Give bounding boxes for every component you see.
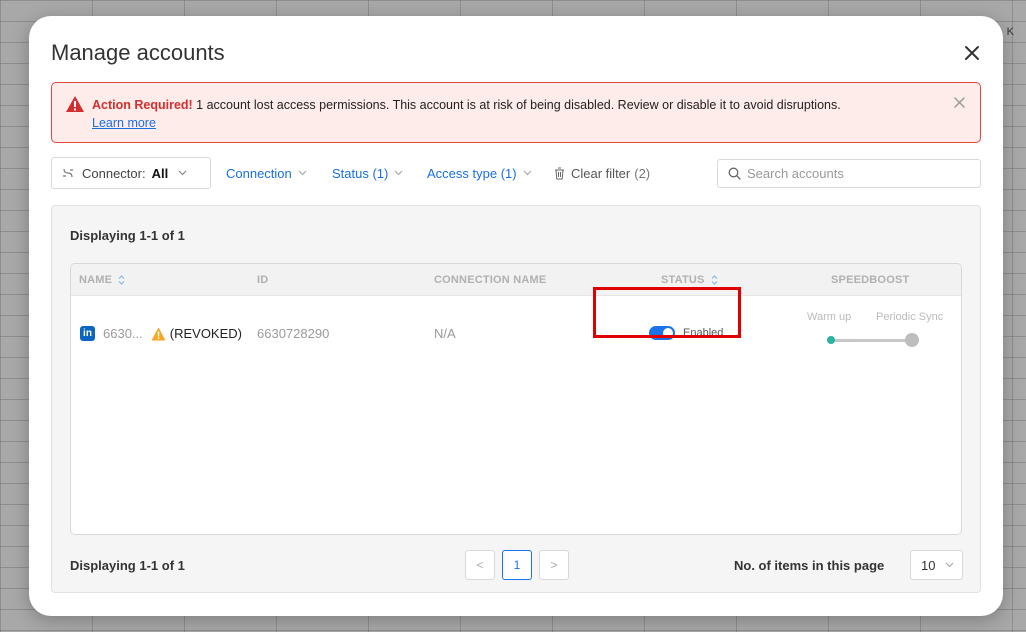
page-button-current[interactable]: 1 bbox=[502, 550, 532, 580]
warning-icon bbox=[151, 327, 166, 340]
linkedin-icon: in bbox=[80, 326, 95, 341]
pagination: < 1 > bbox=[465, 550, 569, 580]
clear-filter-button[interactable]: Clear filter (2) bbox=[554, 157, 650, 189]
sort-icon bbox=[118, 275, 125, 285]
search-icon bbox=[728, 167, 741, 180]
chevron-down-icon bbox=[523, 170, 532, 176]
access-type-filter-label: Access type (1) bbox=[427, 165, 517, 181]
items-per-page-select[interactable]: 10 bbox=[910, 550, 963, 580]
speedboost-warm-up-label: Warm up bbox=[807, 311, 852, 323]
connector-filter-value: All bbox=[151, 165, 169, 181]
learn-more-link[interactable]: Learn more bbox=[92, 116, 156, 130]
filter-bar: Connector: All Connection Status (1) Acc… bbox=[51, 157, 981, 189]
speedboost-periodic-sync-label: Periodic Sync bbox=[876, 311, 944, 323]
alert-close-button[interactable] bbox=[953, 96, 966, 109]
speedboost-slider: Warm up Periodic Sync bbox=[807, 311, 957, 351]
action-required-alert: Action Required! 1 account lost access p… bbox=[51, 82, 981, 143]
table-header: NAME ID CONNECTION NAME STATUS SPEEDBOOS… bbox=[71, 264, 961, 296]
clear-filter-count: (2) bbox=[634, 165, 651, 181]
modal-title: Manage accounts bbox=[51, 40, 225, 65]
next-page-button[interactable]: > bbox=[539, 550, 569, 580]
accounts-table: NAME ID CONNECTION NAME STATUS SPEEDBOOS… bbox=[70, 263, 962, 535]
manage-accounts-modal: Manage accounts Action Required! 1 accou… bbox=[29, 16, 1003, 616]
sort-icon bbox=[711, 275, 717, 285]
speedboost-handle[interactable] bbox=[905, 333, 919, 347]
chevron-down-icon bbox=[946, 562, 954, 568]
displaying-count-bottom: Displaying 1-1 of 1 bbox=[70, 558, 185, 573]
access-type-filter[interactable]: Access type (1) bbox=[427, 157, 532, 189]
prev-page-button[interactable]: < bbox=[465, 550, 495, 580]
accounts-panel: Displaying 1-1 of 1 NAME ID CONNECTION N… bbox=[51, 205, 981, 593]
displaying-count-top: Displaying 1-1 of 1 bbox=[70, 228, 185, 243]
clear-filter-label: Clear filter bbox=[571, 165, 631, 181]
warning-icon bbox=[66, 96, 84, 112]
account-id: 6630728290 bbox=[257, 326, 330, 341]
chevron-down-icon bbox=[394, 170, 403, 176]
column-header-speedboost: SPEEDBOOST bbox=[831, 274, 910, 286]
status-cell: Enabled bbox=[649, 326, 723, 340]
close-icon bbox=[965, 46, 979, 60]
alert-strong-label: Action Required! bbox=[92, 98, 193, 112]
connector-filter[interactable]: Connector: All bbox=[51, 157, 211, 189]
column-header-id: ID bbox=[257, 274, 269, 286]
connection-name: N/A bbox=[434, 326, 456, 341]
search-box bbox=[717, 159, 981, 188]
status-filter[interactable]: Status (1) bbox=[332, 157, 403, 189]
column-header-name-label: NAME bbox=[79, 274, 113, 286]
speedboost-track[interactable] bbox=[831, 339, 913, 342]
background-corner-text: K bbox=[1006, 26, 1014, 38]
column-header-name[interactable]: NAME bbox=[79, 274, 125, 286]
chevron-down-icon bbox=[298, 170, 307, 176]
table-row: in 6630... (REVOKED) 6630728290 N/A Enab… bbox=[71, 297, 961, 367]
items-per-page-value: 10 bbox=[921, 557, 936, 573]
connection-filter[interactable]: Connection bbox=[226, 157, 307, 189]
account-name-cell: in 6630... (REVOKED) bbox=[80, 326, 242, 341]
account-name[interactable]: 6630... bbox=[103, 326, 143, 341]
speedboost-warm-up-dot[interactable] bbox=[827, 336, 835, 344]
alert-message: 1 account lost access permissions. This … bbox=[192, 98, 841, 112]
chevron-down-icon bbox=[178, 170, 187, 176]
status-toggle[interactable] bbox=[649, 326, 675, 340]
trash-icon bbox=[555, 167, 564, 179]
column-header-status[interactable]: STATUS bbox=[661, 274, 718, 286]
alert-text: Action Required! 1 account lost access p… bbox=[92, 96, 932, 132]
connector-filter-label: Connector: bbox=[82, 165, 146, 181]
search-input[interactable] bbox=[747, 166, 967, 181]
status-label: Enabled bbox=[683, 327, 724, 339]
column-header-connection-name: CONNECTION NAME bbox=[434, 274, 547, 286]
items-per-page-label: No. of items in this page bbox=[734, 558, 885, 573]
connector-icon bbox=[63, 168, 73, 178]
close-icon bbox=[954, 97, 965, 108]
revoked-tag: (REVOKED) bbox=[169, 326, 242, 341]
status-filter-label: Status (1) bbox=[332, 165, 389, 181]
connection-filter-label: Connection bbox=[226, 165, 292, 181]
close-button[interactable] bbox=[961, 42, 983, 64]
column-header-status-label: STATUS bbox=[661, 274, 705, 286]
